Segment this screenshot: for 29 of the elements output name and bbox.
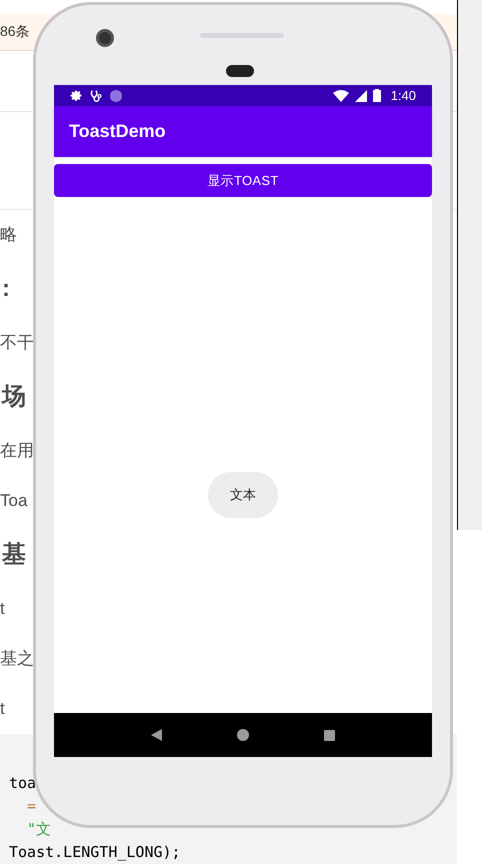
text-fragment: t: [0, 600, 5, 618]
heading-fragment: 场: [0, 382, 27, 412]
text-fragment: 基之: [0, 650, 34, 668]
code-line: "文: [26, 820, 52, 838]
toast-message: 文本: [208, 472, 278, 518]
home-icon[interactable]: [236, 729, 249, 741]
code-line: toa: [9, 774, 38, 792]
text-fragment: 在用: [0, 442, 34, 460]
earpiece: [226, 65, 254, 77]
stethoscope-icon: [89, 88, 104, 102]
wifi-icon: [332, 90, 349, 102]
show-toast-button[interactable]: 显示TOAST: [54, 164, 432, 197]
code-line: Toast.LENGTH_LONG);: [9, 842, 182, 861]
status-time: 1:40: [390, 86, 416, 105]
battery-icon: [372, 89, 381, 102]
app-title: ToastDemo: [69, 120, 166, 143]
heading-fragment: 基: [1, 540, 27, 570]
notice-text: 86条: [0, 22, 30, 42]
gear-icon: [70, 89, 83, 102]
text-fragment: t: [0, 700, 5, 718]
code-line: =: [26, 796, 38, 815]
text-fragment: 略: [0, 226, 17, 244]
text-fragment: 不干: [0, 334, 34, 352]
back-icon[interactable]: [151, 729, 162, 741]
heading-fragment: :: [1, 274, 11, 304]
camera-icon: [96, 29, 114, 47]
recents-icon[interactable]: [324, 730, 335, 740]
signal-icon: [354, 90, 367, 102]
text-fragment: Toa: [0, 492, 28, 510]
